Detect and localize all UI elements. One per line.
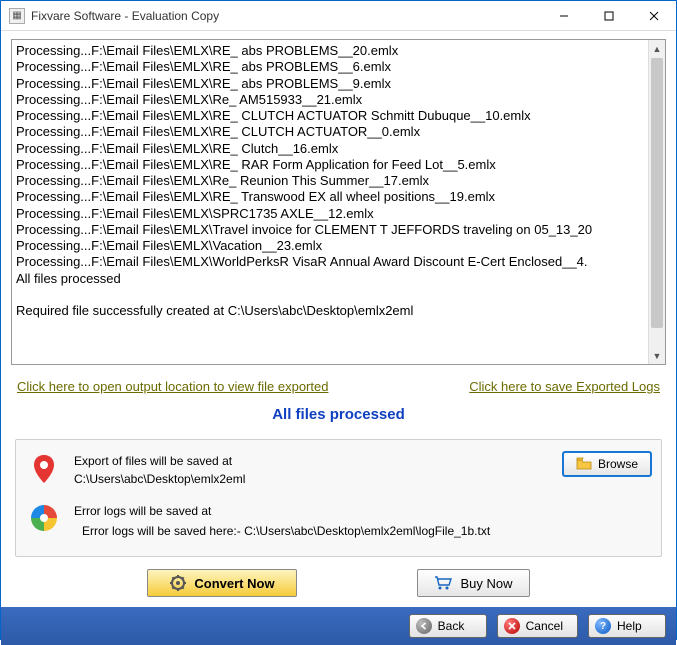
errorlog-row: Error logs will be saved at Error logs w… (26, 498, 651, 546)
help-question-icon: ? (595, 618, 611, 634)
links-row: Click here to open output location to vi… (11, 365, 666, 404)
help-label: Help (617, 619, 642, 633)
scroll-up-icon[interactable]: ▲ (649, 40, 665, 57)
export-path: C:\Users\abc\Desktop\emlx2eml (74, 470, 529, 488)
cancel-label: Cancel (526, 619, 563, 633)
window-controls (541, 1, 676, 30)
minimize-button[interactable] (541, 1, 586, 30)
gear-icon (170, 575, 186, 591)
export-label: Export of files will be saved at (74, 452, 529, 470)
app-icon: ▦ (9, 8, 25, 24)
window-title: Fixvare Software - Evaluation Copy (31, 9, 541, 23)
browse-button[interactable]: Browse (563, 452, 651, 476)
errorlog-label: Error logs will be saved at (74, 502, 529, 520)
back-label: Back (438, 619, 465, 633)
browse-label: Browse (598, 457, 638, 471)
status-text: All files processed (11, 404, 666, 439)
paths-panel: Export of files will be saved at C:\User… (15, 439, 662, 557)
help-button[interactable]: ? Help (588, 614, 666, 638)
export-row: Export of files will be saved at C:\User… (26, 448, 651, 494)
scroll-down-icon[interactable]: ▼ (649, 347, 665, 364)
scrollbar[interactable]: ▲ ▼ (648, 40, 665, 364)
back-arrow-icon (416, 618, 432, 634)
open-output-link[interactable]: Click here to open output location to vi… (17, 379, 328, 394)
errorlog-path: Error logs will be saved here:- C:\Users… (74, 520, 529, 540)
convert-label: Convert Now (194, 576, 274, 591)
buy-now-button[interactable]: Buy Now (417, 569, 529, 597)
maximize-button[interactable] (586, 1, 631, 30)
main-actions: Convert Now Buy Now (11, 565, 666, 607)
cart-icon (434, 576, 452, 590)
pie-chart-icon (26, 502, 62, 532)
footer-bar: Back Cancel ? Help (1, 607, 676, 645)
log-text: Processing...F:\Email Files\EMLX\RE_ abs… (12, 40, 665, 322)
convert-now-button[interactable]: Convert Now (147, 569, 297, 597)
location-pin-icon (26, 452, 62, 484)
scroll-thumb[interactable] (651, 58, 663, 328)
cancel-x-icon (504, 618, 520, 634)
back-button[interactable]: Back (409, 614, 487, 638)
save-logs-link[interactable]: Click here to save Exported Logs (469, 379, 660, 394)
log-output[interactable]: Processing...F:\Email Files\EMLX\RE_ abs… (11, 39, 666, 365)
buy-label: Buy Now (460, 576, 512, 591)
close-button[interactable] (631, 1, 676, 30)
title-bar: ▦ Fixvare Software - Evaluation Copy (1, 1, 676, 31)
folder-icon (576, 457, 592, 471)
cancel-button[interactable]: Cancel (497, 614, 578, 638)
